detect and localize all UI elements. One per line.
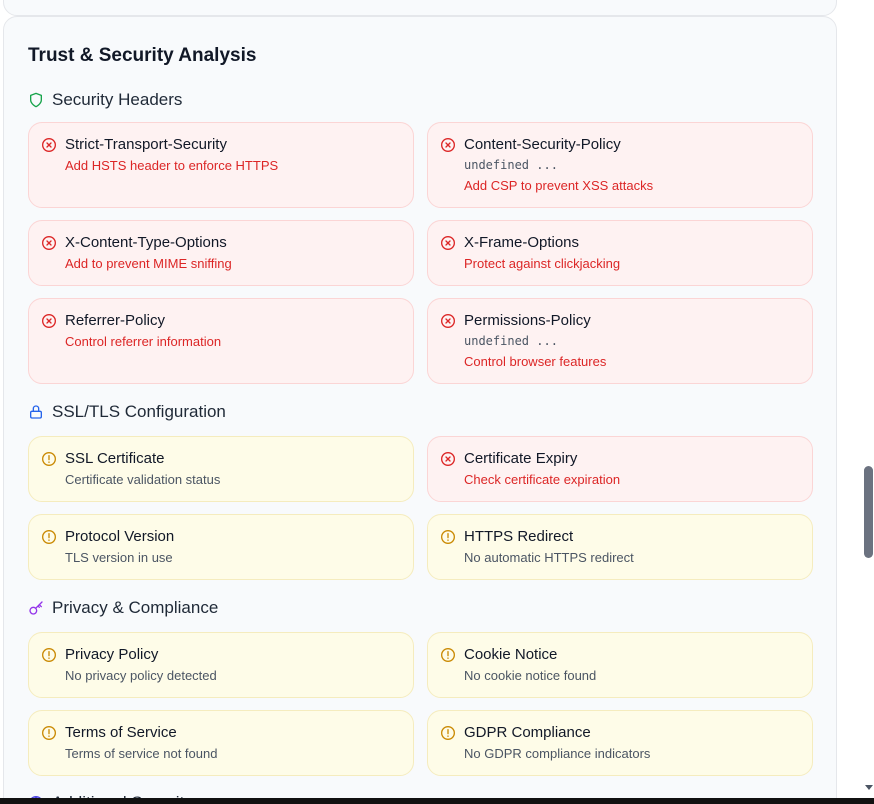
privacy-item-cookie: Cookie Notice No cookie notice found — [427, 632, 813, 698]
section-ssl-tls: SSL/TLS Configuration — [28, 401, 226, 423]
trust-security-card: Trust & Security Analysis Security Heade… — [3, 16, 837, 804]
item-description: Control referrer information — [65, 334, 222, 349]
x-circle-icon — [41, 137, 57, 153]
item-description: Check certificate expiration — [464, 472, 621, 487]
alert-circle-icon — [440, 529, 456, 545]
privacy-item-terms: Terms of Service Terms of service not fo… — [28, 710, 414, 776]
scroll-down-arrow[interactable] — [865, 785, 873, 790]
item-name: Protocol Version — [65, 528, 175, 545]
item-name: X-Frame-Options — [464, 234, 580, 251]
header-item-csp: Content-Security-Policy undefined ... Ad… — [427, 122, 813, 208]
x-circle-icon — [440, 313, 456, 329]
item-description: Certificate validation status — [65, 472, 221, 487]
page-viewport: Trust & Security Analysis Security Heade… — [0, 0, 874, 804]
header-item-referrer: Referrer-Policy Control referrer informa… — [28, 298, 414, 384]
section-title: SSL/TLS Configuration — [52, 402, 226, 421]
item-description: No automatic HTTPS redirect — [464, 550, 634, 565]
alert-circle-icon — [41, 647, 57, 663]
scrollbar-thumb[interactable] — [864, 466, 873, 558]
ssl-item-expiry: Certificate Expiry Check certificate exp… — [427, 436, 813, 502]
header-item-hsts: Strict-Transport-Security Add HSTS heade… — [28, 122, 414, 208]
item-name: SSL Certificate — [65, 450, 165, 467]
lock-icon — [28, 404, 44, 420]
x-circle-icon — [41, 235, 57, 251]
item-name: Terms of Service — [65, 724, 177, 741]
section-security-headers: Security Headers — [28, 89, 182, 111]
item-description: No cookie notice found — [464, 668, 597, 683]
item-name: Strict-Transport-Security — [65, 136, 227, 153]
privacy-item-policy: Privacy Policy No privacy policy detecte… — [28, 632, 414, 698]
section-title: Privacy & Compliance — [52, 598, 219, 617]
item-description: Add to prevent MIME sniffing — [65, 256, 232, 271]
item-name: X-Content-Type-Options — [65, 234, 227, 251]
x-circle-icon — [440, 235, 456, 251]
alert-circle-icon — [440, 725, 456, 741]
alert-circle-icon — [440, 647, 456, 663]
item-name: Cookie Notice — [464, 646, 558, 663]
item-value: undefined ... — [464, 334, 558, 348]
header-item-xfo: X-Frame-Options Protect against clickjac… — [427, 220, 813, 286]
x-circle-icon — [41, 313, 57, 329]
window-bottom-edge — [0, 798, 874, 804]
item-description: TLS version in use — [65, 550, 173, 565]
item-description: Terms of service not found — [65, 746, 218, 761]
item-description: No GDPR compliance indicators — [464, 746, 651, 761]
item-name: Referrer-Policy — [65, 312, 166, 329]
item-description: Add CSP to prevent XSS attacks — [464, 178, 654, 193]
ssl-item-https-redirect: HTTPS Redirect No automatic HTTPS redire… — [427, 514, 813, 580]
item-name: Content-Security-Policy — [464, 136, 621, 153]
alert-circle-icon — [41, 725, 57, 741]
item-description: Protect against clickjacking — [464, 256, 621, 271]
item-name: Certificate Expiry — [464, 450, 578, 467]
item-name: GDPR Compliance — [464, 724, 591, 741]
alert-circle-icon — [41, 451, 57, 467]
previous-card — [3, 0, 837, 16]
item-name: Privacy Policy — [65, 646, 159, 663]
item-name: Permissions-Policy — [464, 312, 591, 329]
shield-icon — [28, 92, 44, 108]
item-description: Add HSTS header to enforce HTTPS — [65, 158, 279, 173]
item-value: undefined ... — [464, 158, 558, 172]
section-title: Security Headers — [52, 90, 183, 109]
x-circle-icon — [440, 451, 456, 467]
item-description: Control browser features — [464, 354, 607, 369]
item-name: HTTPS Redirect — [464, 528, 574, 545]
key-icon — [28, 600, 44, 616]
header-item-xcto: X-Content-Type-Options Add to prevent MI… — [28, 220, 414, 286]
section-privacy-compliance: Privacy & Compliance — [28, 597, 218, 619]
privacy-item-gdpr: GDPR Compliance No GDPR compliance indic… — [427, 710, 813, 776]
x-circle-icon — [440, 137, 456, 153]
alert-circle-icon — [41, 529, 57, 545]
card-title: Trust & Security Analysis — [28, 45, 257, 66]
header-item-permissions: Permissions-Policy undefined ... Control… — [427, 298, 813, 384]
ssl-item-certificate: SSL Certificate Certificate validation s… — [28, 436, 414, 502]
item-description: No privacy policy detected — [65, 668, 217, 683]
ssl-item-protocol: Protocol Version TLS version in use — [28, 514, 414, 580]
